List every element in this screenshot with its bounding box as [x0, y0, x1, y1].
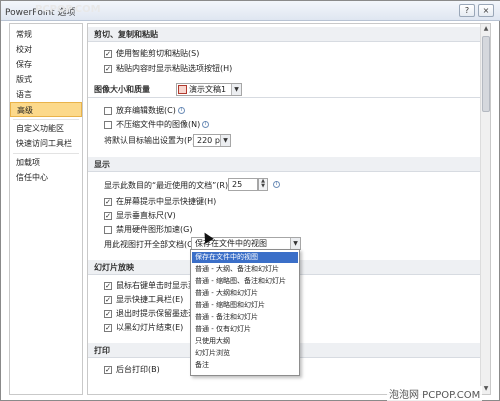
paste-options-label: 粘贴内容时显示粘贴选项按钮(H): [116, 64, 233, 73]
dropdown-option[interactable]: 保存在文件中的视图: [192, 252, 298, 263]
dropdown-option[interactable]: 幻灯片浏览: [192, 348, 298, 359]
image-doc-value: 演示文稿1: [189, 85, 227, 94]
discard-edit-label: 放弃编辑数据(C) i: [116, 105, 185, 117]
popup-toolbar-checkbox[interactable]: ✓: [104, 296, 112, 304]
section-rule: [88, 97, 480, 98]
dropdown-option[interactable]: 普通 - 缩略图、备注和幻灯片: [192, 276, 298, 287]
recent-docs-label: 显示此数目的“最近使用的文档”(R):: [104, 181, 231, 190]
smart-cut-label: 使用智能剪切和粘贴(S): [116, 49, 200, 58]
watermark-bottom: 泡泡网 PCPOP.COM: [387, 386, 483, 401]
close-button[interactable]: ×: [478, 4, 494, 17]
sidebar: 常规 校对 保存 版式 语言 高级 自定义功能区 快速访问工具栏 加载项 信任中…: [9, 23, 83, 395]
sidebar-item-save[interactable]: 保存: [10, 57, 82, 72]
dropdown-option[interactable]: 普通 - 仅有幻灯片: [192, 324, 298, 335]
sidebar-item-trust-center[interactable]: 信任中心: [10, 170, 82, 185]
section-header-clipboard: 剪切、复制和粘贴: [88, 27, 480, 42]
options-dialog: PowerPoint 选项 PCPOP.COM ? × 常规 校对 保存 版式 …: [0, 0, 500, 401]
vertical-ruler-label: 显示垂直标尺(V): [116, 211, 176, 220]
background-print-label: 后台打印(B): [116, 365, 160, 374]
sidebar-item-language[interactable]: 语言: [10, 87, 82, 102]
watermark-top: PCPOP.COM: [35, 4, 101, 15]
default-output-select[interactable]: 220 ppi ▼: [193, 134, 231, 147]
sidebar-divider: [13, 119, 79, 120]
sidebar-item-quick-access[interactable]: 快速访问工具栏: [10, 136, 82, 151]
discard-edit-checkbox[interactable]: [104, 107, 112, 115]
presentation-icon: [178, 85, 187, 94]
background-print-checkbox[interactable]: ✓: [104, 366, 112, 374]
scroll-up-icon[interactable]: ▲: [481, 24, 490, 34]
vertical-ruler-checkbox[interactable]: ✓: [104, 212, 112, 220]
sidebar-item-layout[interactable]: 版式: [10, 72, 82, 87]
keep-ink-checkbox[interactable]: ✓: [104, 310, 112, 318]
shortcut-keys-checkbox[interactable]: ✓: [104, 198, 112, 206]
dropdown-option[interactable]: 普通 - 大纲和幻灯片: [192, 288, 298, 299]
view-dropdown-list: 保存在文件中的视图 普通 - 大纲、备注和幻灯片 普通 - 缩略图、备注和幻灯片…: [190, 249, 300, 376]
right-click-checkbox[interactable]: ✓: [104, 282, 112, 290]
sidebar-item-general[interactable]: 常规: [10, 27, 82, 42]
sidebar-item-proofing[interactable]: 校对: [10, 42, 82, 57]
sidebar-item-customize-ribbon[interactable]: 自定义功能区: [10, 121, 82, 136]
end-black-label: 以黑幻灯片结束(E): [116, 323, 184, 332]
chevron-down-icon: ▼: [290, 238, 300, 249]
recent-docs-input[interactable]: 25: [228, 178, 258, 191]
section-header-display: 显示: [88, 157, 480, 172]
dropdown-option[interactable]: 普通 - 缩略图和幻灯片: [192, 300, 298, 311]
disable-hw-checkbox[interactable]: [104, 226, 112, 234]
popup-toolbar-label: 显示快捷工具栏(E): [116, 295, 184, 304]
image-doc-select[interactable]: 演示文稿1 ▼: [176, 83, 242, 96]
disable-hw-label: 禁用硬件图形加速(G): [116, 225, 193, 234]
paste-options-checkbox[interactable]: ✓: [104, 65, 112, 73]
title-bar: PowerPoint 选项 PCPOP.COM ? ×: [1, 1, 500, 21]
no-compress-label: 不压缩文件中的图像(N) i: [116, 119, 210, 131]
info-icon: i: [177, 107, 185, 114]
default-output-label: 将默认目标输出设置为(P):: [104, 136, 198, 145]
dropdown-option[interactable]: 只使用大纲: [192, 336, 298, 347]
end-black-checkbox[interactable]: ✓: [104, 324, 112, 332]
open-all-label: 用此视图打开全部文档(O): [104, 240, 197, 249]
sidebar-item-addins[interactable]: 加载项: [10, 155, 82, 170]
content-scrollbar[interactable]: ▲ ▼: [480, 24, 490, 394]
dropdown-option[interactable]: 备注: [192, 360, 298, 371]
scroll-thumb[interactable]: [482, 36, 490, 112]
recent-docs-spinner[interactable]: ▲ ▼: [258, 178, 268, 191]
shortcut-keys-label: 在屏幕提示中显示快捷键(H): [116, 197, 217, 206]
sidebar-divider: [13, 153, 79, 154]
dropdown-option[interactable]: 普通 - 大纲、备注和幻灯片: [192, 264, 298, 275]
info-icon: i: [202, 121, 210, 128]
sidebar-item-advanced[interactable]: 高级: [10, 102, 82, 117]
scroll-down-icon[interactable]: ▼: [481, 384, 490, 394]
no-compress-checkbox[interactable]: [104, 121, 112, 129]
chevron-down-icon: ▼: [220, 135, 230, 146]
help-button[interactable]: ?: [459, 4, 475, 17]
dropdown-option[interactable]: 普通 - 备注和幻灯片: [192, 312, 298, 323]
info-icon: i: [273, 181, 280, 188]
smart-cut-checkbox[interactable]: ✓: [104, 50, 112, 58]
chevron-down-icon: ▼: [231, 84, 241, 95]
